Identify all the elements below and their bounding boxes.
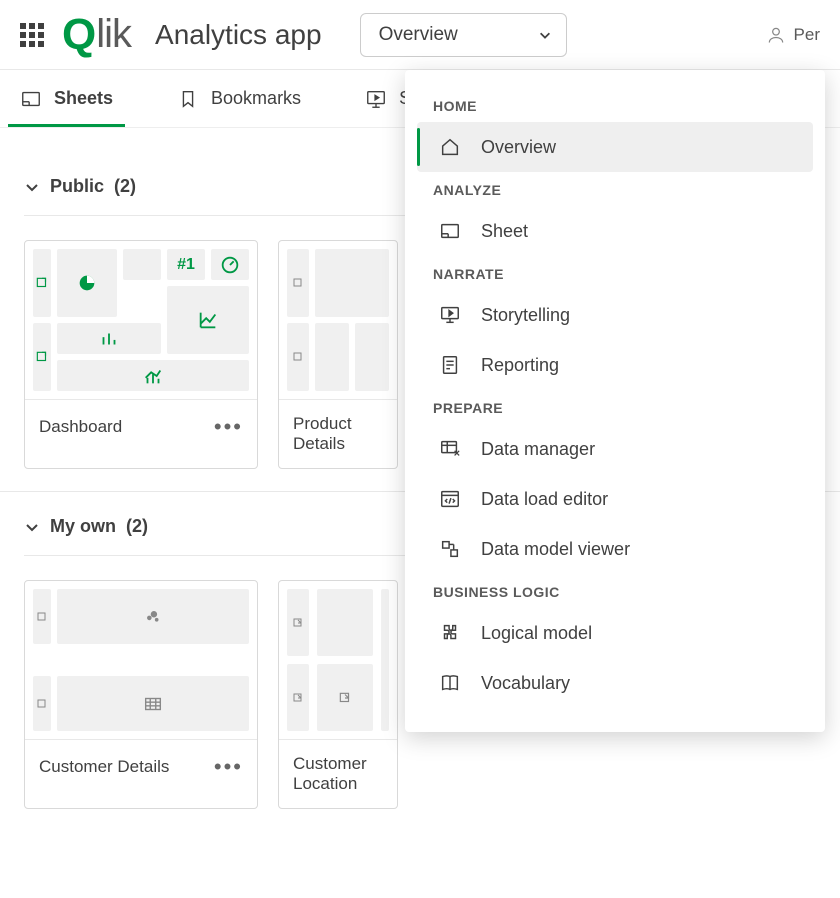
report-icon [439,354,461,376]
panel-item-data-load-editor[interactable]: Data load editor [417,474,813,524]
panel-item-storytelling[interactable]: Storytelling [417,290,813,340]
logo-q-icon: Q [62,10,95,60]
sheet-icon [20,88,42,110]
panel-item-label: Reporting [481,355,559,376]
chevron-down-icon [24,179,40,195]
card-customer-location[interactable]: Customer Location [278,580,398,809]
scatter-icon [142,606,164,628]
view-dropdown-label: Overview [379,24,458,46]
story-icon [365,88,387,110]
export-icon [292,692,304,704]
section-public-count: (2) [114,176,136,197]
line-icon [197,309,219,331]
tab-sheets[interactable]: Sheets [8,70,125,127]
gauge-icon [219,254,241,276]
card-title: Customer Details [39,757,169,777]
table-icon [142,693,164,715]
export-icon [338,691,352,705]
filter-icon [292,351,304,363]
section-myown-label: My own [50,516,116,537]
panel-item-logical-model[interactable]: Logical model [417,608,813,658]
user-menu[interactable]: Per [766,25,820,45]
panel-group-analyze: ANALYZE [417,172,813,206]
panel-group-home: HOME [417,88,813,122]
card-product-details[interactable]: Product Details [278,240,398,469]
chevron-down-icon [24,519,40,535]
panel-item-label: Overview [481,137,556,158]
tab-sheets-label: Sheets [54,88,113,109]
bar-icon [98,328,120,350]
section-public-label: Public [50,176,104,197]
pie-icon [76,272,98,294]
puzzle-icon [439,622,461,644]
card-footer: Customer Details ••• [25,739,257,794]
combo-icon [142,365,164,387]
panel-item-data-model-viewer[interactable]: Data model viewer [417,524,813,574]
panel-item-label: Logical model [481,623,592,644]
user-label: Per [794,25,820,45]
card-dashboard[interactable]: #1 Dashboard ••• [24,240,258,469]
section-myown-count: (2) [126,516,148,537]
tab-bookmarks-label: Bookmarks [211,88,301,109]
panel-item-label: Data manager [481,439,595,460]
panel-item-vocabulary[interactable]: Vocabulary [417,658,813,708]
panel-item-label: Storytelling [481,305,570,326]
data-manager-icon [439,438,461,460]
card-menu-icon[interactable]: ••• [214,414,243,440]
panel-item-label: Vocabulary [481,673,570,694]
panel-item-label: Sheet [481,221,528,242]
kpi-hash1: #1 [167,249,205,280]
panel-group-narrate: NARRATE [417,256,813,290]
chevron-down-icon [538,28,552,42]
model-icon [439,538,461,560]
card-title: Product Details [293,414,383,454]
sheet-icon [439,220,461,242]
filter-icon [35,276,49,290]
card-preview [25,581,257,739]
filter-icon [36,611,48,623]
panel-item-sheet[interactable]: Sheet [417,206,813,256]
app-launcher-icon[interactable] [20,23,44,47]
panel-item-overview[interactable]: Overview [417,122,813,172]
card-footer: Customer Location [279,739,397,808]
panel-item-reporting[interactable]: Reporting [417,340,813,390]
export-icon [292,617,304,629]
card-preview [279,241,397,399]
panel-group-prepare: PREPARE [417,390,813,424]
presentation-icon [439,304,461,326]
home-icon [439,136,461,158]
code-icon [439,488,461,510]
filter-icon [292,277,304,289]
filter-icon [35,350,49,364]
card-preview [279,581,397,739]
card-footer: Dashboard ••• [25,399,257,454]
card-menu-icon[interactable]: ••• [214,754,243,780]
book-icon [439,672,461,694]
panel-group-business-logic: BUSINESS LOGIC [417,574,813,608]
view-dropdown[interactable]: Overview [360,13,567,57]
top-bar: Qlik Analytics app Overview Per [0,0,840,70]
view-dropdown-panel: HOME Overview ANALYZE Sheet NARRATE Stor… [405,70,825,732]
card-title: Customer Location [293,754,383,794]
card-preview: #1 [25,241,257,399]
panel-item-data-manager[interactable]: Data manager [417,424,813,474]
card-footer: Product Details [279,399,397,468]
bookmark-icon [177,88,199,110]
user-icon [766,25,786,45]
app-title: Analytics app [155,19,322,51]
card-title: Dashboard [39,417,122,437]
card-customer-details[interactable]: Customer Details ••• [24,580,258,809]
qlik-logo[interactable]: Qlik [62,10,131,60]
filter-icon [36,698,48,710]
panel-item-label: Data model viewer [481,539,630,560]
tab-bookmarks[interactable]: Bookmarks [165,70,313,127]
panel-item-label: Data load editor [481,489,608,510]
